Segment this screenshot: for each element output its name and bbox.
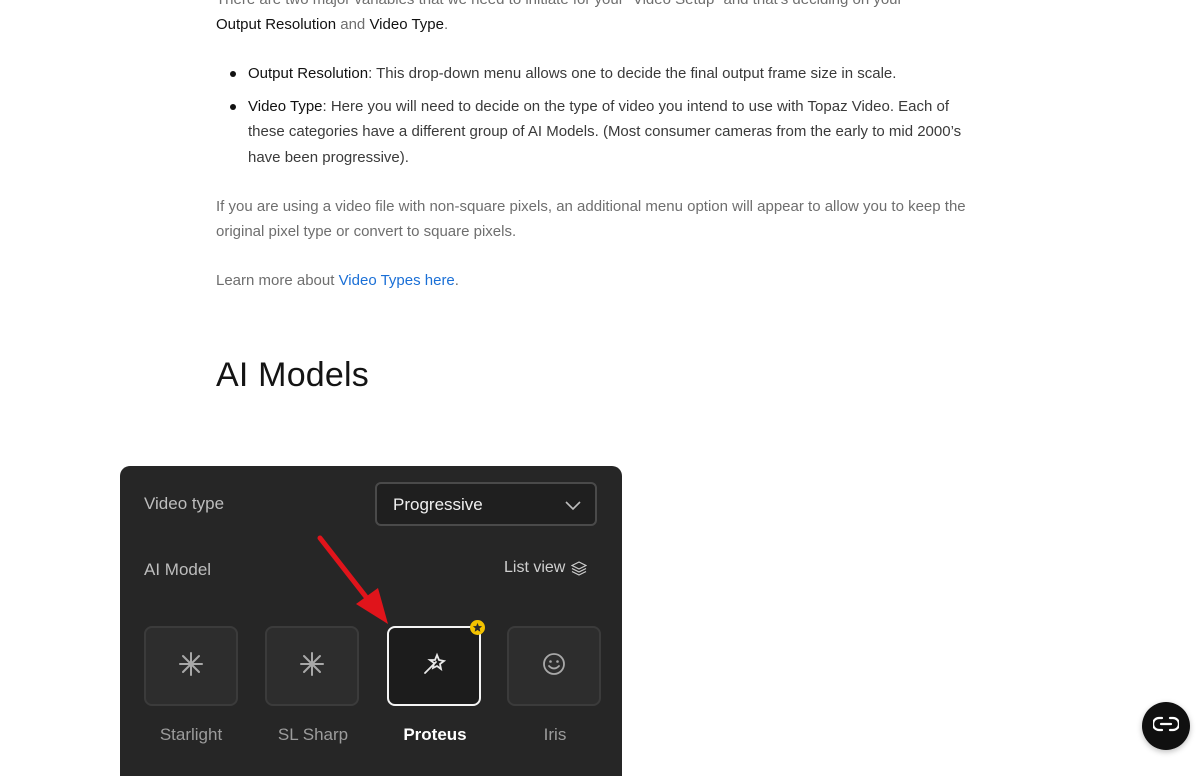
- term-video-type: Video Type: [369, 16, 444, 33]
- list-view-toggle: List view: [504, 559, 588, 577]
- pixels-paragraph: If you are using a video file with non-s…: [216, 198, 966, 240]
- video-type-dropdown: Progressive: [375, 482, 597, 526]
- list-item-term: Video Type: [248, 97, 323, 115]
- video-type-value: Progressive: [393, 495, 483, 514]
- sparkle-icon: [299, 651, 325, 682]
- term-output-resolution: Output Resolution: [216, 16, 337, 33]
- intro-paragraph: There are two major variables that we ne…: [216, 0, 986, 37]
- intro-text: There are two major variables that we ne…: [216, 0, 903, 8]
- magic-wand-icon: [421, 651, 447, 682]
- model-tile-sl-sharp: [265, 626, 359, 706]
- red-arrow-pointer: [317, 535, 388, 624]
- model-tile-starlight: [144, 626, 238, 706]
- accessibility-button[interactable]: [1142, 702, 1190, 750]
- layers-icon: [565, 559, 588, 576]
- learn-more-prefix: Learn more about: [216, 272, 339, 289]
- intro-end: .: [443, 16, 449, 33]
- model-name-proteus: Proteus: [403, 725, 467, 744]
- model-name-sl-sharp: SL Sharp: [277, 725, 349, 744]
- intro-and: and: [336, 16, 370, 33]
- chevron-down-icon: [565, 498, 581, 516]
- list-item-text: : Here you will need to decide on the ty…: [248, 97, 962, 166]
- list-item: Output Resolution: This drop-down menu a…: [230, 61, 988, 87]
- model-tile-iris: [507, 626, 601, 706]
- learn-more-suffix: .: [454, 272, 459, 289]
- video-types-link[interactable]: Video Types here: [339, 272, 455, 289]
- accessibility-icon: [1151, 716, 1181, 737]
- model-name-iris: Iris: [543, 725, 567, 744]
- list-item-term: Output Resolution: [248, 65, 369, 82]
- list-item-text: : This drop-down menu allows one to deci…: [368, 65, 897, 82]
- ai-model-screenshot: Video type Progressive AI Model List vie…: [120, 466, 622, 776]
- ai-model-label: AI Model: [144, 560, 212, 579]
- list-item: Video Type: Here you will need to decide…: [230, 94, 988, 171]
- sparkle-icon: [178, 651, 204, 682]
- model-name-starlight: Starlight: [159, 725, 223, 744]
- smiley-face-icon: [541, 651, 567, 682]
- learn-more-paragraph: Learn more about Video Types here.: [216, 268, 459, 293]
- star-badge-icon: [470, 620, 485, 635]
- model-tile-proteus: [387, 626, 481, 706]
- variables-list: Output Resolution: This drop-down menu a…: [216, 61, 988, 177]
- video-type-label: Video type: [144, 494, 225, 513]
- list-view-label: List view: [504, 559, 566, 576]
- section-title: AI Models: [216, 356, 369, 394]
